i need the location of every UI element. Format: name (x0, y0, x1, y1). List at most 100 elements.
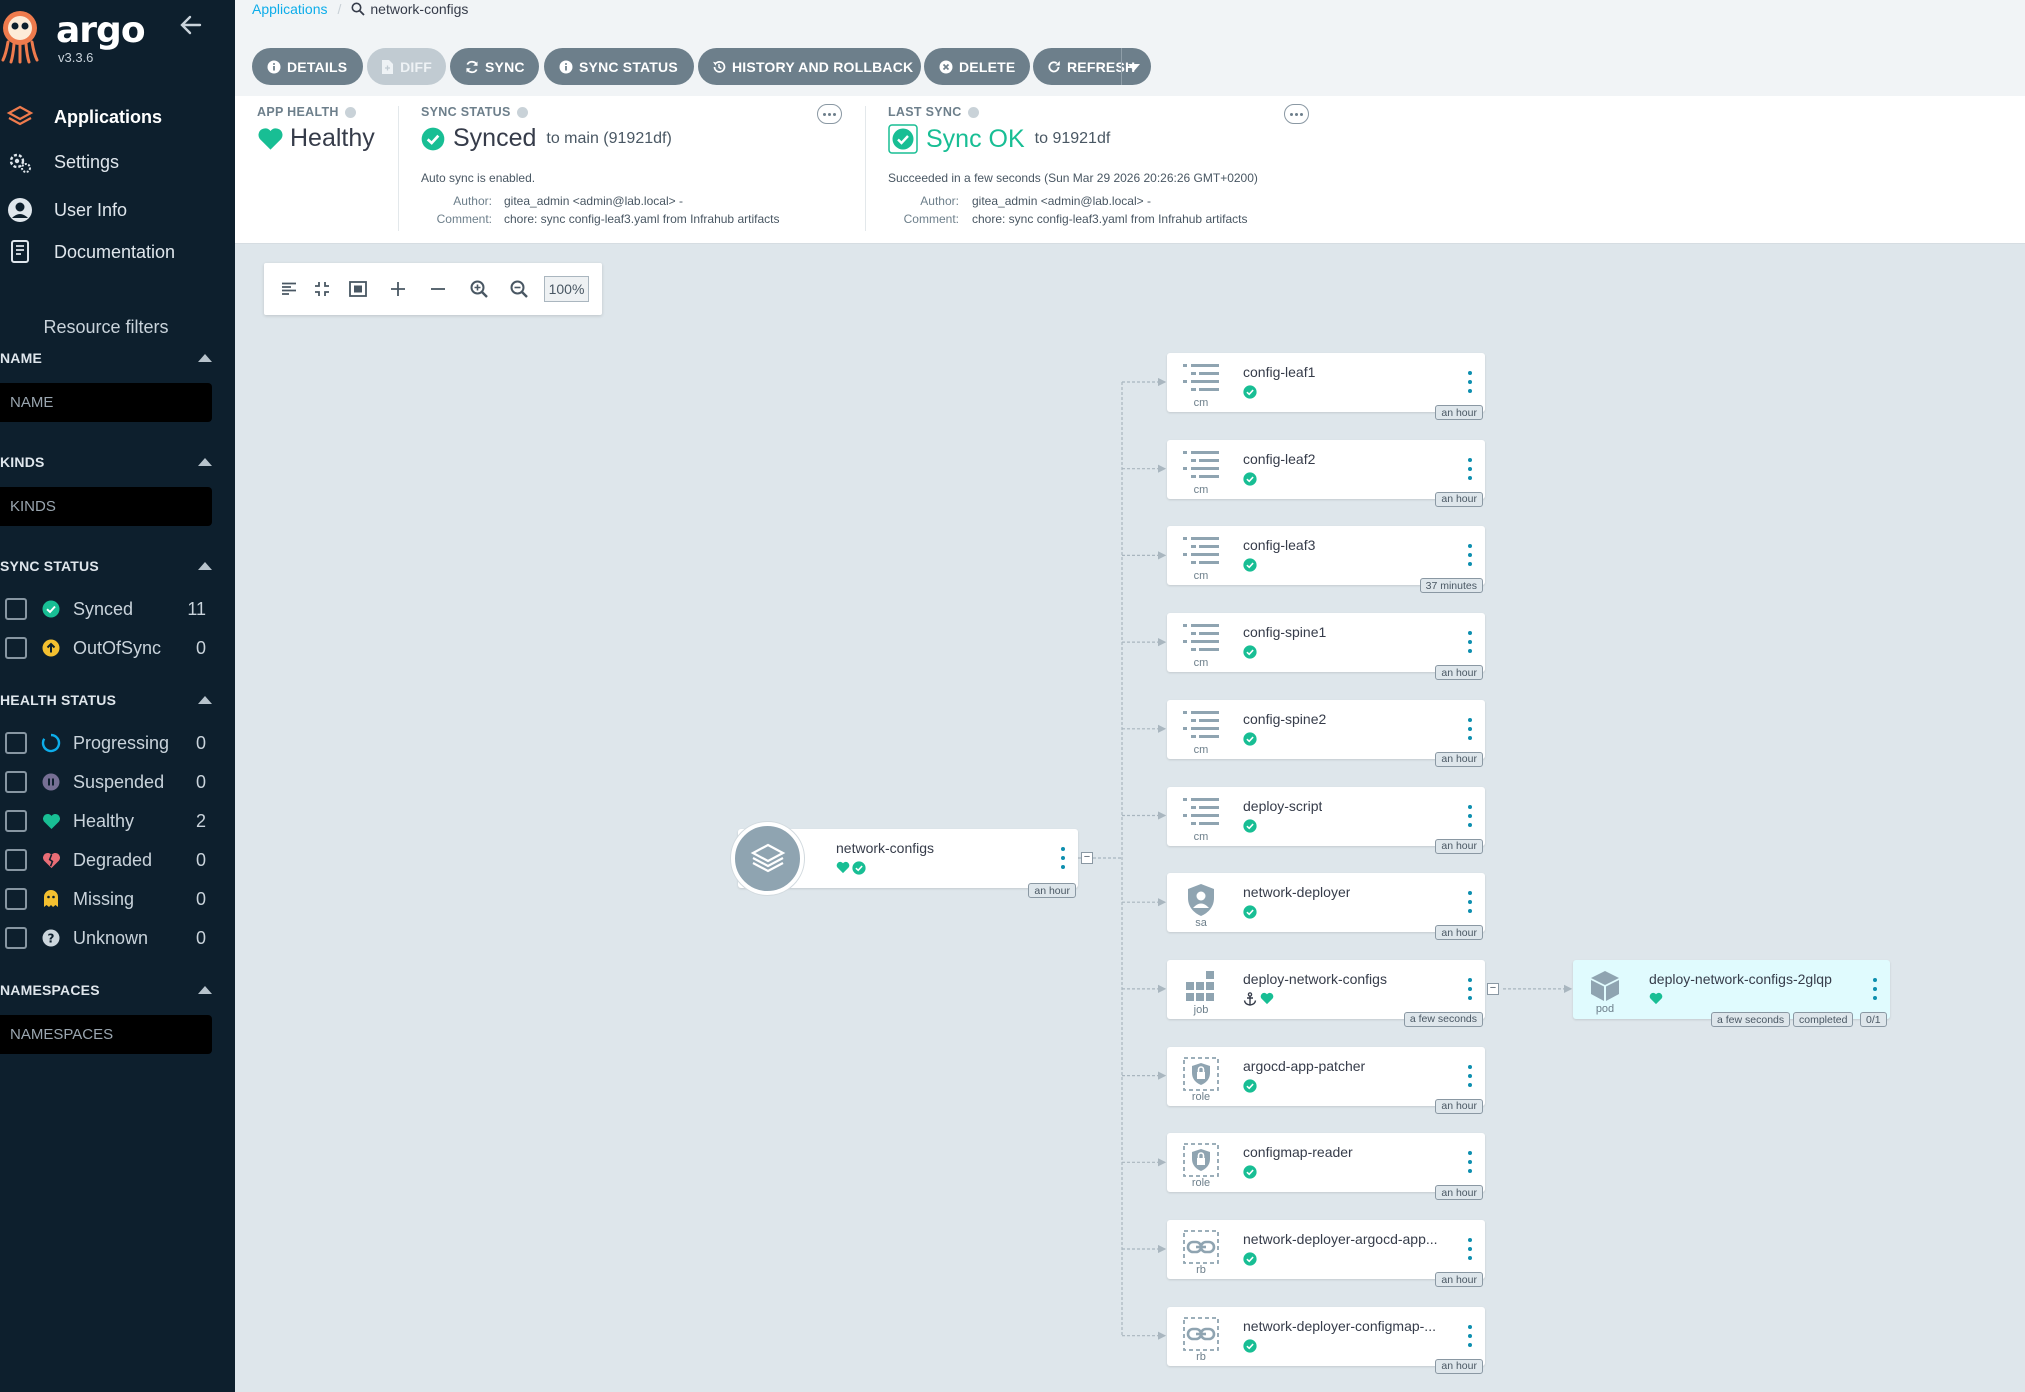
age-tag: a few seconds (1403, 1011, 1483, 1027)
age-tag: an hour (1435, 751, 1483, 767)
check-circle-icon (1243, 1339, 1257, 1353)
kind-label: cm (1193, 743, 1209, 756)
resource-node-9[interactable]: role configmap-reader an hour (1167, 1133, 1485, 1201)
kind-label: rb (1196, 1264, 1206, 1276)
pod-age-tag: a few seconds (1711, 1012, 1791, 1027)
check-circle-icon (1243, 905, 1257, 919)
resource-name: network-deployer-configmap-... (1243, 1317, 1436, 1334)
resource-name: network-deployer-argocd-app... (1243, 1231, 1438, 1247)
resource-node-7[interactable]: job deploy-network-configs a few seconds − (1167, 959, 1499, 1027)
check-circle-icon (1243, 732, 1257, 746)
kind-label: cm (1193, 830, 1209, 843)
node-menu-kebab-icon[interactable] (1467, 1324, 1473, 1347)
resource-name: argocd-app-patcher (1243, 1057, 1366, 1074)
age-tag: an hour (1435, 838, 1483, 854)
check-circle-icon (1243, 1078, 1257, 1093)
node-menu-kebab-icon[interactable] (1467, 891, 1473, 914)
pod-node-menu-kebab-icon[interactable] (1872, 978, 1878, 1000)
resource-node-2[interactable]: cm config-leaf3 37 minutes (1167, 526, 1485, 594)
heart-icon (1649, 992, 1663, 1005)
cube-icon (1591, 971, 1619, 1001)
resource-node-6[interactable]: sa network-deployer an hour (1167, 873, 1485, 941)
resource-name: network-deployer (1243, 884, 1351, 901)
resource-node-4[interactable]: cm config-spine2 an hour (1167, 699, 1485, 767)
check-circle-icon (1243, 472, 1257, 486)
resource-status (1243, 1165, 1257, 1179)
configmap-icon (1181, 795, 1221, 833)
check-circle-icon (1243, 558, 1257, 573)
pod-node-name: deploy-network-configs-2glqp (1649, 971, 1832, 987)
pod-status-tag: completed (1793, 1012, 1854, 1027)
app-node-menu-kebab-icon[interactable] (1060, 847, 1066, 869)
node-menu-kebab-icon[interactable] (1467, 977, 1473, 1000)
configmap-icon (1181, 448, 1221, 486)
check-circle-icon (852, 861, 866, 875)
kind-label: rb (1196, 1350, 1206, 1363)
age-tag: an hour (1435, 665, 1483, 681)
kind-label: role (1191, 1090, 1211, 1103)
resource-status (1243, 1078, 1257, 1093)
app-node-status (836, 861, 866, 875)
anchor-icon (1243, 992, 1257, 1006)
resource-name: config-leaf2 (1243, 450, 1316, 467)
kind-label: sa (1195, 917, 1207, 930)
check-circle-icon (1243, 1252, 1257, 1266)
app-node-icon-circle (731, 822, 804, 895)
age-tag: 37 minutes (1419, 578, 1483, 594)
node-menu-kebab-icon[interactable] (1467, 1064, 1473, 1087)
kind-label: cm (1193, 570, 1209, 583)
rolebinding-icon (1181, 1315, 1221, 1353)
resource-node-8[interactable]: role argocd-app-patcher an hour (1167, 1046, 1485, 1114)
kind-label: cm (1193, 657, 1209, 670)
kind-label: job (1193, 1003, 1209, 1016)
node-menu-kebab-icon[interactable] (1467, 1238, 1473, 1260)
node-menu-kebab-icon[interactable] (1467, 804, 1473, 827)
heart-icon (836, 861, 850, 874)
age-tag: an hour (1435, 491, 1483, 507)
resource-name: config-leaf3 (1243, 537, 1316, 554)
check-circle-icon (1243, 645, 1257, 659)
node-menu-kebab-icon[interactable] (1467, 371, 1473, 393)
job-icon (1181, 968, 1221, 1006)
resource-name: config-spine2 (1243, 710, 1327, 727)
graph-edges (1078, 377, 1573, 1340)
resource-node-5[interactable]: cm deploy-script an hour (1167, 786, 1485, 854)
resource-status (1243, 472, 1257, 486)
pod-kind-label: pod (1595, 1003, 1615, 1015)
resource-status (1243, 1339, 1257, 1353)
resource-node-1[interactable]: cm config-leaf2 an hour (1167, 439, 1485, 507)
node-menu-kebab-icon[interactable] (1467, 544, 1473, 567)
configmap-icon (1181, 534, 1221, 572)
resource-status (1243, 385, 1257, 399)
resource-name: deploy-script (1243, 797, 1323, 814)
configmap-icon (1181, 621, 1221, 659)
rolebinding-icon (1181, 1228, 1221, 1266)
node-menu-kebab-icon[interactable] (1467, 717, 1473, 740)
node-menu-kebab-icon[interactable] (1467, 457, 1473, 480)
pod-node-deploy-network-configs[interactable]: pod deploy-network-configs-2glqp a few s… (1573, 960, 1890, 1027)
configmap-icon (1181, 708, 1221, 746)
node-menu-kebab-icon[interactable] (1467, 1151, 1473, 1174)
resource-status (1243, 558, 1257, 573)
age-tag: an hour (1435, 1185, 1483, 1201)
resource-node-3[interactable]: cm config-spine1 an hour (1167, 613, 1485, 681)
app-node-age-tag: an hour (1028, 883, 1076, 898)
app-node-collapse-toggle[interactable]: − (1081, 852, 1093, 864)
check-circle-icon (1243, 385, 1257, 399)
layers-icon (750, 843, 785, 872)
heart-icon (1260, 993, 1274, 1005)
job-collapse-toggle[interactable]: − (1487, 982, 1499, 995)
resource-node-10[interactable]: rb network-deployer-argocd-app... an hour (1167, 1220, 1485, 1287)
resource-status (1243, 1252, 1257, 1266)
resource-node-11[interactable]: rb network-deployer-configmap-... an hour (1167, 1306, 1485, 1374)
role-icon (1181, 1055, 1221, 1093)
service-account-icon (1181, 881, 1221, 919)
resource-node-0[interactable]: cm config-leaf1 an hour (1167, 353, 1485, 420)
app-node-network-configs[interactable]: network-configs an hour − (731, 822, 1093, 898)
age-tag: an hour (1435, 1358, 1483, 1374)
kind-label: cm (1193, 397, 1209, 409)
role-icon (1181, 1141, 1221, 1179)
age-tag: an hour (1435, 1098, 1483, 1114)
check-circle-icon (1243, 1165, 1257, 1179)
node-menu-kebab-icon[interactable] (1467, 631, 1473, 654)
